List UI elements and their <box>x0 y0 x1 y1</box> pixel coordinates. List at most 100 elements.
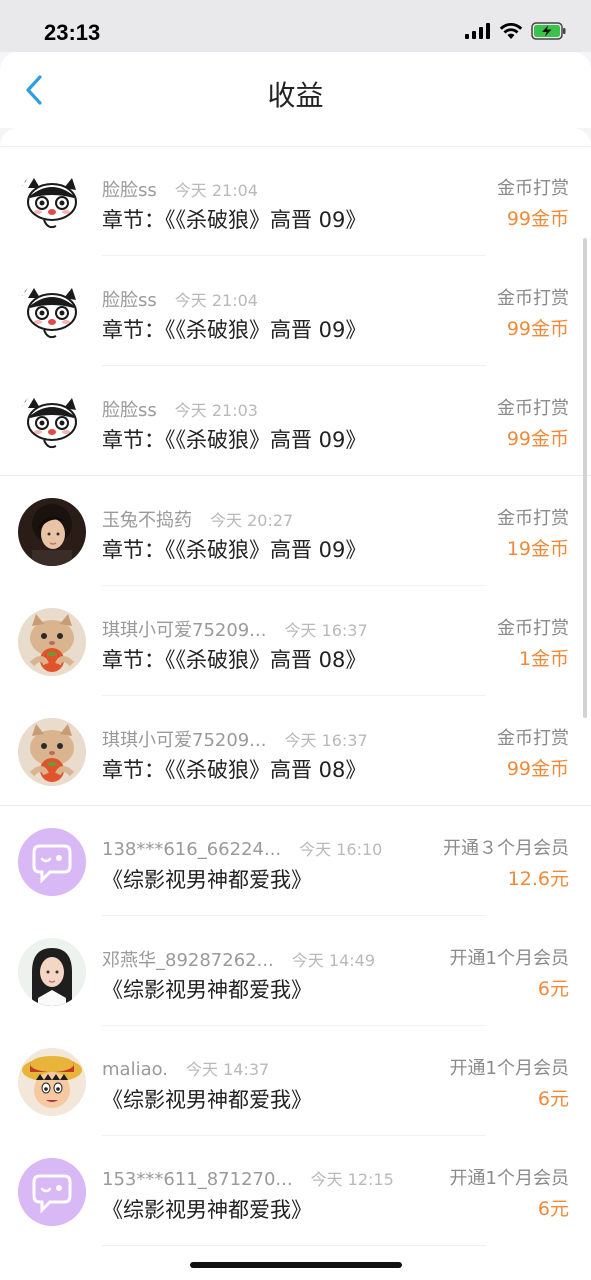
page-title: 收益 <box>267 79 324 112</box>
list-item[interactable]: 153***611_871270... 今天 12:15 《综影视男神都爱我》 开通1… <box>0 1136 591 1246</box>
portrait-icon <box>18 498 86 566</box>
list-item[interactable]: 脸脸ss 今天 21:04 章节：《《杀破狼》高晋 09》 金币打赏 99金币 <box>0 256 591 366</box>
item-meta: 琪琪小可爱75209... 今天 16:37 <box>102 616 368 642</box>
username: 邓燕华_89287262... <box>102 950 274 971</box>
item-detail: 《综影视男神都爱我》 <box>102 978 312 1002</box>
avatar[interactable] <box>18 168 86 236</box>
earning-type: 开通1个月会员 <box>449 1058 569 1079</box>
kitten-icon <box>18 608 86 676</box>
cat-icon <box>18 278 86 346</box>
item-meta: 138***616_66224... 今天 16:10 <box>102 836 382 860</box>
timestamp: 今天 16:37 <box>284 731 368 750</box>
timestamp: 今天 12:15 <box>310 1170 394 1189</box>
timestamp: 今天 14:37 <box>186 1060 270 1079</box>
earning-type: 金币打赏 <box>497 728 569 749</box>
avatar[interactable] <box>18 608 86 676</box>
username: maliao. <box>102 1059 169 1080</box>
divider <box>102 1245 486 1246</box>
status-icons <box>465 22 567 40</box>
avatar[interactable] <box>18 718 86 786</box>
item-detail: 章节：《《杀破狼》高晋 09》 <box>102 538 367 562</box>
list-item[interactable]: maliao. 今天 14:37 《综影视男神都爱我》 开通1个月会员 6元 <box>0 1026 591 1136</box>
list-item[interactable]: 邓燕华_89287262... 今天 14:49 《综影视男神都爱我》 开通1个月会员… <box>0 916 591 1026</box>
username: 脸脸ss <box>102 180 157 201</box>
item-detail: 章节：《《杀破狼》高晋 09》 <box>102 208 367 232</box>
item-detail: 章节：《《杀破狼》高晋 08》 <box>102 648 367 672</box>
earning-type: 金币打赏 <box>497 508 569 529</box>
item-meta: maliao. 今天 14:37 <box>102 1056 269 1080</box>
avatar[interactable] <box>18 1158 86 1226</box>
earning-amount: 1金币 <box>518 648 569 670</box>
item-detail: 章节：《《杀破狼》高晋 09》 <box>102 318 367 342</box>
username: 玉兔不捣药 <box>102 510 192 531</box>
home-indicator[interactable] <box>190 1262 402 1268</box>
wifi-icon <box>499 23 523 39</box>
item-detail: 《综影视男神都爱我》 <box>102 868 312 892</box>
earning-amount: 19金币 <box>506 538 569 560</box>
cat-icon <box>18 168 86 236</box>
signal-icon <box>465 23 490 39</box>
earning-type: 金币打赏 <box>497 398 569 419</box>
list-item[interactable]: 琪琪小可爱75209... 今天 16:37 章节：《《杀破狼》高晋 08》 金币打赏… <box>0 696 591 806</box>
earning-amount: 99金币 <box>506 318 569 340</box>
item-detail: 章节：《《杀破狼》高晋 08》 <box>102 758 367 782</box>
timestamp: 今天 20:27 <box>210 511 294 530</box>
username: 脸脸ss <box>102 400 157 421</box>
list-item[interactable]: 琪琪小可爱75209... 今天 16:37 章节：《《杀破狼》高晋 08》 金币打赏… <box>0 586 591 696</box>
earning-type: 开通1个月会员 <box>449 948 569 969</box>
earning-type: 开通３个月会员 <box>443 838 569 859</box>
chat-bubble-icon <box>18 1158 86 1226</box>
timestamp: 今天 21:03 <box>174 401 258 420</box>
avatar[interactable] <box>18 498 86 566</box>
avatar[interactable] <box>18 938 86 1006</box>
item-detail: 《综影视男神都爱我》 <box>102 1088 312 1112</box>
earning-type: 金币打赏 <box>497 288 569 309</box>
item-meta: 脸脸ss 今天 21:04 <box>102 176 258 202</box>
item-meta: 玉兔不捣药 今天 20:27 <box>102 506 293 532</box>
timestamp: 今天 16:10 <box>299 840 383 859</box>
username: 琪琪小可爱75209... <box>102 620 267 641</box>
item-meta: 153***611_871270... 今天 12:15 <box>102 1166 394 1190</box>
battery-charging-icon <box>531 22 566 40</box>
earning-amount: 6元 <box>537 1088 569 1110</box>
item-meta: 脸脸ss 今天 21:04 <box>102 286 258 312</box>
timestamp: 今天 14:49 <box>291 951 375 970</box>
list-item[interactable]: 玉兔不捣药 今天 20:27 章节：《《杀破狼》高晋 09》 金币打赏 19金币 <box>0 476 591 586</box>
list-item[interactable]: 138***616_66224... 今天 16:10 《综影视男神都爱我》 开通３个… <box>0 806 591 916</box>
kitten-icon <box>18 718 86 786</box>
status-time: 23:13 <box>44 20 101 45</box>
username: 153***611_871270... <box>102 1169 293 1190</box>
chat-bubble-icon <box>18 828 86 896</box>
item-detail: 章节：《《杀破狼》高晋 09》 <box>102 428 367 452</box>
earning-type: 金币打赏 <box>497 178 569 199</box>
avatar[interactable] <box>18 1048 86 1116</box>
item-meta: 脸脸ss 今天 21:03 <box>102 396 258 422</box>
timestamp: 今天 21:04 <box>174 291 258 310</box>
avatar[interactable] <box>18 828 86 896</box>
status-bar: 23:13 <box>0 0 591 52</box>
earning-amount: 99金币 <box>506 428 569 450</box>
scrollbar[interactable] <box>583 238 587 718</box>
list-item[interactable]: 脸脸ss 今天 21:04 章节：《《杀破狼》高晋 09》 金币打赏 99金币 <box>0 146 591 256</box>
avatar[interactable] <box>18 278 86 346</box>
earning-amount: 99金币 <box>506 758 569 780</box>
earning-type: 开通1个月会员 <box>449 1168 569 1189</box>
timestamp: 今天 16:37 <box>284 621 368 640</box>
item-meta: 邓燕华_89287262... 今天 14:49 <box>102 946 375 972</box>
username: 脸脸ss <box>102 290 157 311</box>
earning-type: 金币打赏 <box>497 618 569 639</box>
timestamp: 今天 21:04 <box>174 181 258 200</box>
earning-amount: 6元 <box>537 1198 569 1220</box>
username: 138***616_66224... <box>102 839 282 860</box>
cat-icon <box>18 388 86 456</box>
earning-amount: 99金币 <box>506 208 569 230</box>
cartoon-boy-icon <box>18 1048 86 1116</box>
list-item[interactable]: 脸脸ss 今天 21:03 章节：《《杀破狼》高晋 09》 金币打赏 99金币 <box>0 366 591 476</box>
item-detail: 《综影视男神都爱我》 <box>102 1198 312 1222</box>
item-meta: 琪琪小可爱75209... 今天 16:37 <box>102 726 368 752</box>
earning-amount: 12.6元 <box>507 868 569 890</box>
avatar[interactable] <box>18 388 86 456</box>
username: 琪琪小可爱75209... <box>102 730 267 751</box>
earning-amount: 6元 <box>537 978 569 1000</box>
earnings-list: 脸脸ss 今天 21:04 章节：《《杀破狼》高晋 09》 金币打赏 99金币 脸脸ss 今… <box>0 128 591 1280</box>
